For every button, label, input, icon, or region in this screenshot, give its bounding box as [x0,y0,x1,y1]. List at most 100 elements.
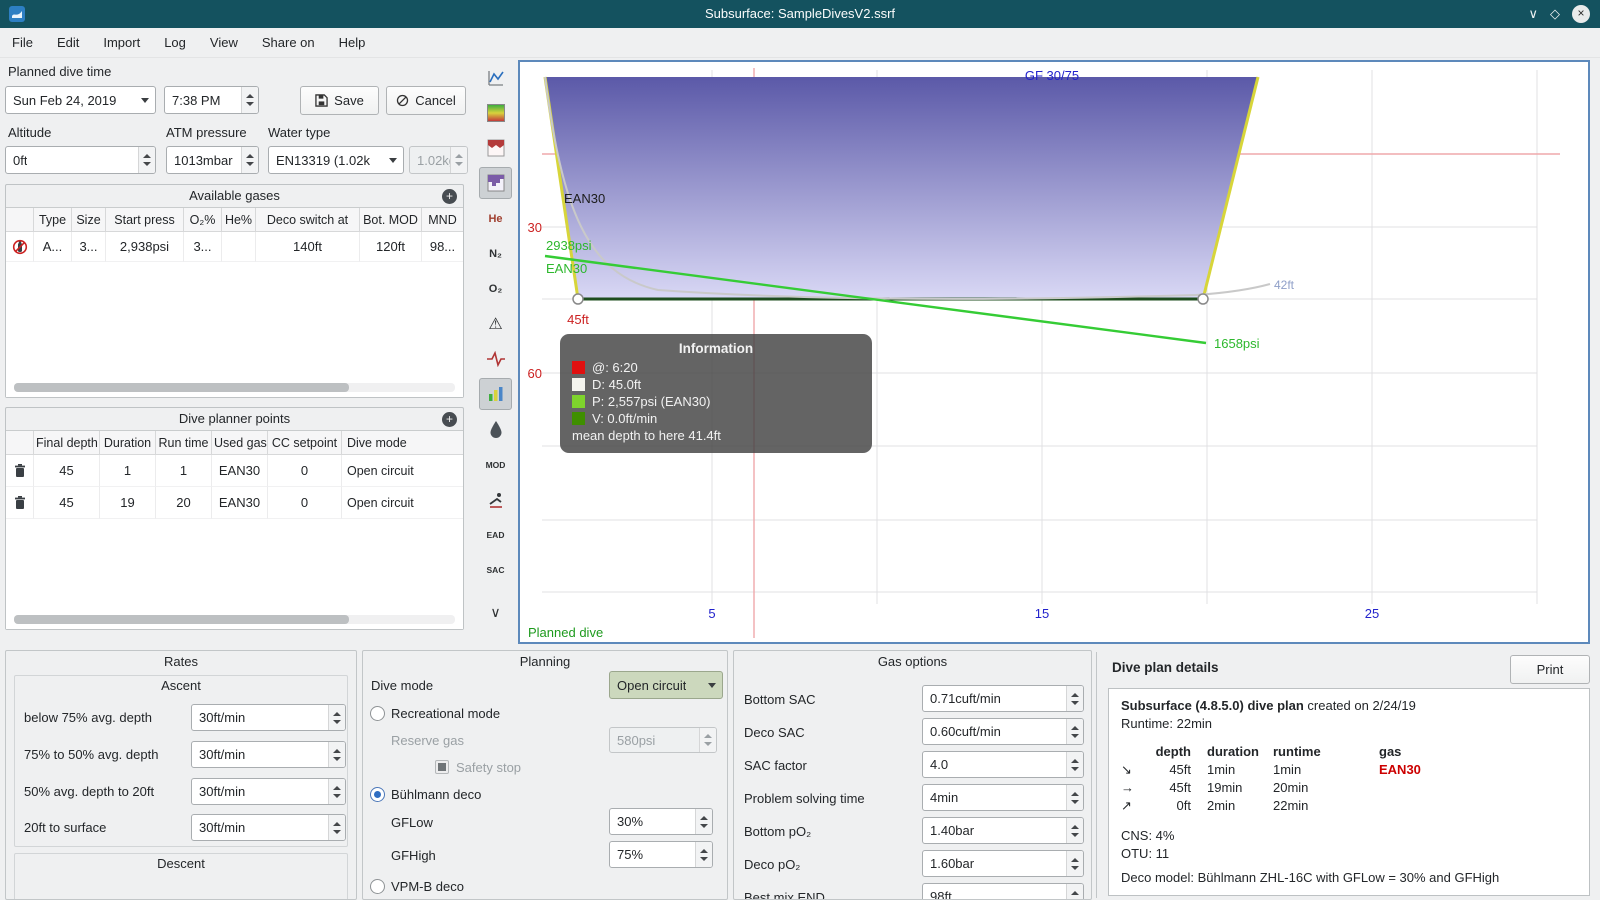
gas-size-cell[interactable]: 3... [72,232,106,262]
he-graph-icon[interactable]: He [479,203,512,235]
point-row-2[interactable]: 45 19 20 EAN30 0 Open circuit [6,487,463,519]
delete-point-icon[interactable] [6,455,34,487]
sac-factor-spinner[interactable]: 4.0 [922,751,1084,778]
delete-point-icon[interactable] [6,487,34,519]
gas-gradient-icon[interactable] [479,97,512,129]
altitude-spinner[interactable]: 0ft [5,146,156,174]
salinity-drop-icon[interactable] [479,413,512,445]
point-gas-cell[interactable]: EAN30 [212,455,268,487]
points-header-gas[interactable]: Used gas [212,431,268,455]
minimize-icon[interactable]: ∨ [1528,5,1538,23]
point-setpoint-cell[interactable]: 0 [268,487,342,519]
heartrate-icon[interactable] [479,343,512,375]
spinner-arrows[interactable] [328,705,345,730]
buhlmann-deco-radio[interactable] [370,787,385,802]
add-point-button[interactable]: + [442,412,457,427]
points-header-mode[interactable]: Dive mode [342,431,463,455]
gases-header-size[interactable]: Size [72,208,106,232]
dive-time-spinner[interactable]: 7:38 PM [164,86,259,114]
vpmb-deco-radio[interactable] [370,879,385,894]
point-depth-cell[interactable]: 45 [34,487,100,519]
mod-icon[interactable]: MOD [479,449,512,481]
menu-share-on[interactable]: Share on [250,28,327,58]
spinner-arrows[interactable] [328,815,345,840]
spinner-arrows[interactable] [1066,752,1083,777]
bottom-po2-spinner[interactable]: 1.40bar [922,817,1084,844]
menu-edit[interactable]: Edit [45,28,91,58]
tank-pressure-icon[interactable] [479,378,512,410]
titlebar[interactable]: Subsurface: SampleDivesV2.ssrf ∨ ◇ × [0,0,1600,28]
gases-header-o2[interactable]: O₂% [184,208,222,232]
gas-bot-mod-cell[interactable]: 120ft [360,232,422,262]
spinner-arrows[interactable] [241,147,258,173]
ceiling-icon[interactable] [479,132,512,164]
atm-pressure-spinner[interactable]: 1013mbar [166,146,259,174]
deco-po2-spinner[interactable]: 1.60bar [922,850,1084,877]
gas-he-cell[interactable] [222,232,256,262]
rate-spinner-3[interactable]: 30ft/min [191,778,346,805]
point-gas-cell[interactable]: EAN30 [212,487,268,519]
points-header-runtime[interactable]: Run time [156,431,212,455]
point-duration-cell[interactable]: 19 [100,487,156,519]
add-gas-button[interactable]: + [442,189,457,204]
point-runtime-cell[interactable]: 1 [156,455,212,487]
spinner-arrows[interactable] [1066,719,1083,744]
information-tooltip[interactable]: Information @: 6:20 D: 45.0ft P: 2,557ps… [560,334,872,453]
gflow-spinner[interactable]: 30% [609,808,713,835]
gas-deco-switch-cell[interactable]: 140ft [256,232,360,262]
spinner-arrows[interactable] [328,779,345,804]
gases-header-deco-switch[interactable]: Deco switch at [256,208,360,232]
menu-view[interactable]: View [198,28,250,58]
spinner-arrows[interactable] [328,742,345,767]
bottom-sac-spinner[interactable]: 0.71cuft/min [922,685,1084,712]
gfhigh-spinner[interactable]: 75% [609,841,713,868]
sac-icon[interactable]: SAC [479,554,512,586]
gas-o2-cell[interactable]: 3... [184,232,222,262]
points-header-setpoint[interactable]: CC setpoint [268,431,342,455]
deco-sac-spinner[interactable]: 0.60cuft/min [922,718,1084,745]
diver-ndl-icon[interactable] [479,484,512,516]
menu-log[interactable]: Log [152,28,198,58]
spinner-arrows[interactable] [695,809,712,834]
cancel-button[interactable]: Cancel [386,86,466,115]
close-icon[interactable]: × [1572,5,1590,23]
profile-graph-icon[interactable] [479,62,512,94]
menu-import[interactable]: Import [91,28,152,58]
menu-file[interactable]: File [0,28,45,58]
point-row-1[interactable]: 45 1 1 EAN30 0 Open circuit [6,455,463,487]
rate-spinner-1[interactable]: 30ft/min [191,704,346,731]
spinner-arrows[interactable] [138,147,155,173]
point-runtime-cell[interactable]: 20 [156,487,212,519]
gas-type-cell[interactable]: A... [34,232,72,262]
spinner-arrows[interactable] [1066,884,1083,899]
dive-date-combo[interactable]: Sun Feb 24, 2019 [5,86,156,114]
water-type-combo[interactable]: EN13319 (1.02k [268,146,404,174]
gas-mnd-cell[interactable]: 98... [422,232,463,262]
menu-help[interactable]: Help [327,28,378,58]
gases-header-he[interactable]: He% [222,208,256,232]
problem-solving-time-spinner[interactable]: 4min [922,784,1084,811]
save-button[interactable]: Save [300,86,379,115]
gases-row[interactable]: A... 3... 2,938psi 3... 140ft 120ft 98..… [6,232,463,262]
o2-graph-icon[interactable]: O₂ [479,273,512,305]
dive-mode-combo[interactable]: Open circuit [609,671,723,699]
point-mode-cell[interactable]: Open circuit [342,455,463,487]
spinner-arrows[interactable] [241,87,258,113]
points-header-depth[interactable]: Final depth [34,431,100,455]
dive-profile-chart[interactable]: GF 30/75 30 60 5 15 25 EAN30 2938psi EAN… [518,60,1590,644]
gases-header-bot-mod[interactable]: Bot. MOD [360,208,422,232]
toolbar-expand-icon[interactable]: ∨ [479,596,512,628]
warning-events-icon[interactable]: ⚠ [479,308,512,340]
maximize-icon[interactable]: ◇ [1550,5,1560,23]
best-mix-end-spinner[interactable]: 98ft [922,883,1084,899]
point-duration-cell[interactable]: 1 [100,455,156,487]
remove-cylinder-icon[interactable] [6,232,34,262]
print-button[interactable]: Print [1510,655,1590,684]
scrollbar-thumb[interactable] [14,383,350,392]
waypoint-handle-1[interactable] [572,293,584,305]
gases-header-start-press[interactable]: Start press [106,208,184,232]
calculated-ceiling-icon[interactable] [479,167,512,199]
scrollbar-thumb[interactable] [14,615,350,624]
gases-horizontal-scrollbar[interactable] [14,383,455,392]
spinner-arrows[interactable] [1066,818,1083,843]
